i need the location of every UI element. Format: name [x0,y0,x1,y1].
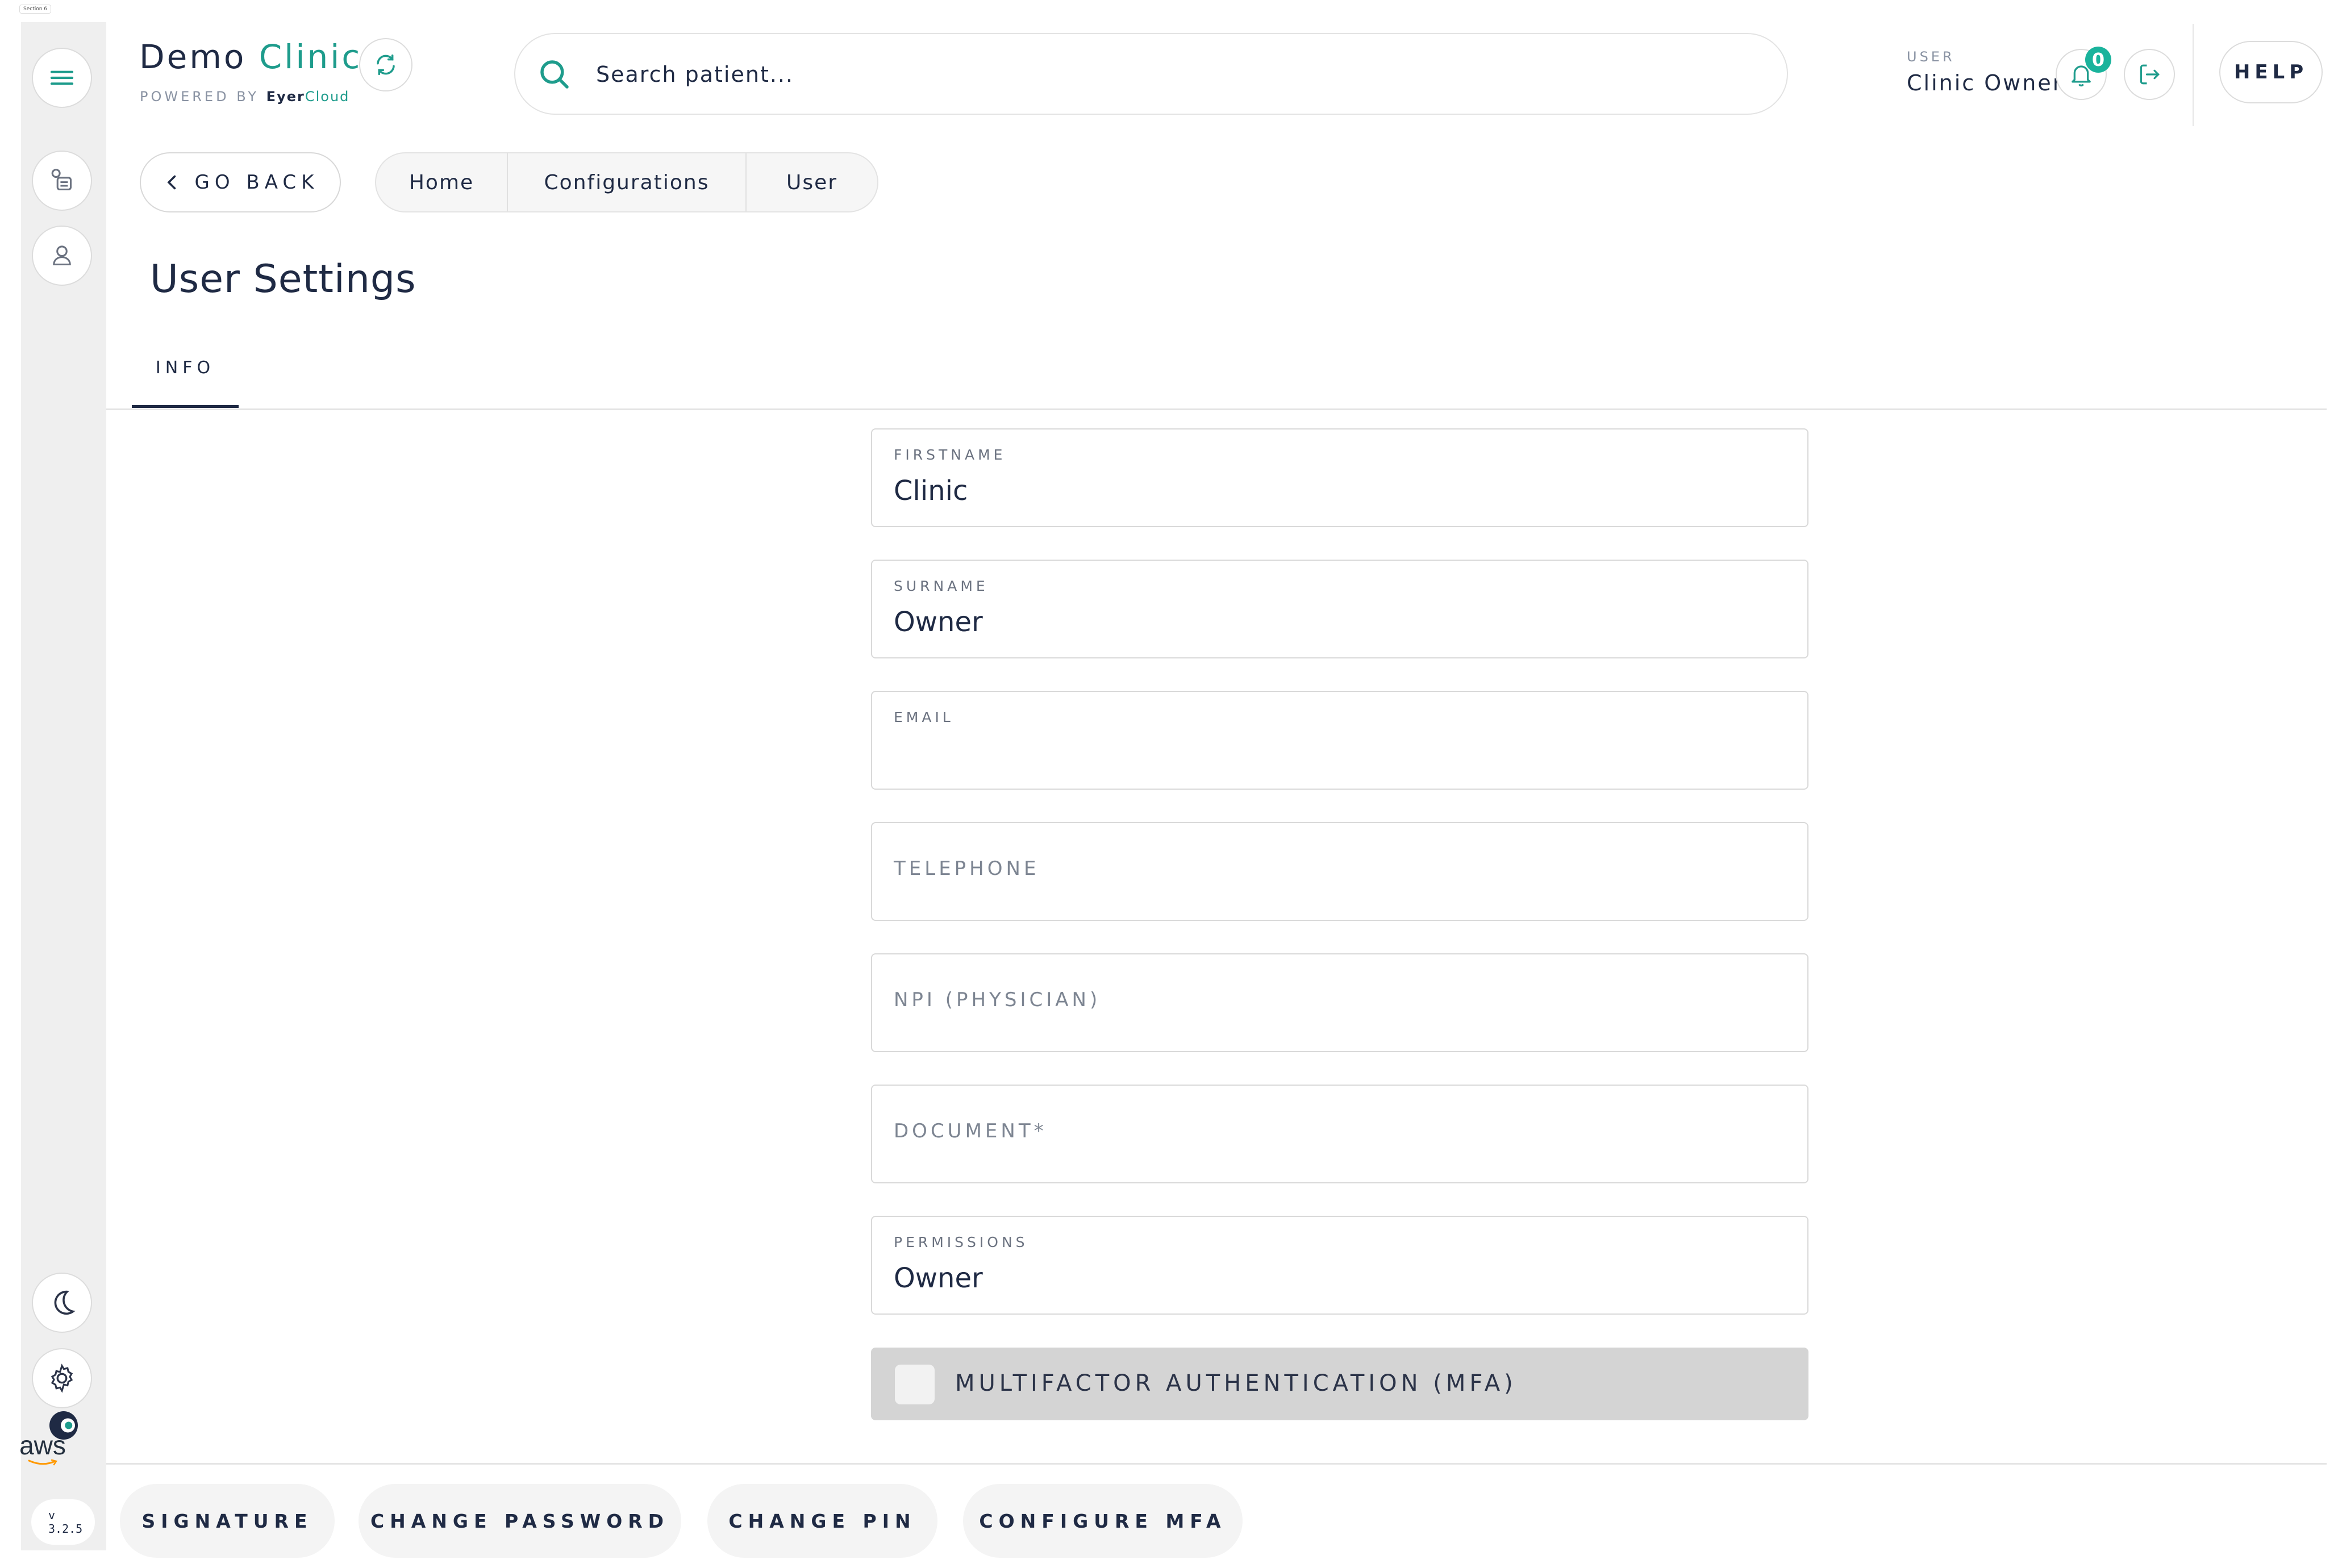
tab-divider [106,408,2327,410]
permissions-label: PERMISSIONS [894,1234,1028,1250]
change-password-button[interactable]: CHANGE PASSWORD [359,1484,681,1558]
hamburger-menu-icon [50,70,74,85]
firstname-value: Clinic [894,475,968,507]
version-number: 3.2.5 [48,1522,83,1536]
theme-toggle-button[interactable] [32,1273,92,1333]
surname-label: SURNAME [894,578,989,594]
document-label: DOCUMENT* [894,1120,1047,1142]
telephone-label: TELEPHONE [894,857,1040,880]
npi-field[interactable]: NPI (PHYSICIAN) [871,953,1808,1052]
breadcrumb-home[interactable]: Home [376,153,507,211]
gear-icon [51,1363,73,1393]
refresh-button[interactable] [359,38,412,91]
search-input[interactable] [595,51,1677,98]
breadcrumb-configurations[interactable]: Configurations [507,153,745,211]
mfa-label: MULTIFACTOR AUTHENTICATION (MFA) [955,1370,1517,1396]
permissions-field[interactable]: PERMISSIONS Owner [871,1216,1808,1315]
version-badge: v 3.2.5 [31,1499,95,1545]
breadcrumb-user[interactable]: User [745,153,877,211]
firstname-field[interactable]: FIRSTNAME Clinic [871,428,1808,527]
powered-by: POWERED BY EyerCloud [140,89,349,105]
breadcrumb: Home Configurations User [375,152,878,212]
aws-logo: aws [17,1432,68,1466]
surname-value: Owner [894,606,983,638]
logout-icon [2140,64,2160,85]
telephone-field[interactable]: TELEPHONE [871,822,1808,921]
configure-mfa-button[interactable]: CONFIGURE MFA [963,1484,1243,1558]
mfa-checkbox[interactable] [895,1365,935,1404]
page-title: User Settings [150,257,416,302]
permissions-value: Owner [894,1262,983,1294]
tab-info[interactable]: INFO [132,347,239,409]
bottom-divider [106,1463,2327,1465]
brand-eyer: Eyer [266,89,305,105]
help-button[interactable]: HELP [2219,41,2323,103]
header-divider [2193,24,2194,126]
search-bar[interactable] [514,33,1788,115]
email-field[interactable]: EMAIL [871,691,1808,790]
user-profile-icon [53,245,71,266]
notification-count-badge: 0 [2085,47,2111,73]
logout-button[interactable] [2124,49,2175,100]
go-back-button[interactable]: GO BACK [140,152,341,212]
patient-list-icon [51,169,72,191]
section-label: Section 6 [19,5,52,14]
aws-text: aws [19,1431,66,1460]
tab-active-indicator [132,405,239,408]
sidebar: aws v 3.2.5 [19,22,106,1550]
signature-button[interactable]: SIGNATURE [120,1484,335,1558]
version-prefix: v [48,1508,56,1522]
search-icon [540,60,569,89]
surname-field[interactable]: SURNAME Owner [871,560,1808,658]
clinic-name: Demo Clinic [139,37,362,76]
profile-nav-button[interactable] [32,226,92,286]
moon-icon [54,1290,76,1315]
menu-button[interactable] [32,48,92,108]
powered-by-label: POWERED BY [140,89,260,105]
clinic-name-part1: Demo [139,37,259,76]
user-label: USER [1907,49,1955,65]
email-label: EMAIL [894,709,954,725]
settings-button[interactable] [32,1348,92,1408]
firstname-label: FIRSTNAME [894,447,1006,463]
clinic-name-part2: Clinic [259,37,362,76]
user-name: Clinic Owner [1907,70,2064,95]
go-back-label: GO BACK [194,171,319,194]
mfa-option[interactable]: MULTIFACTOR AUTHENTICATION (MFA) [871,1348,1808,1420]
refresh-icon [377,54,395,76]
change-pin-button[interactable]: CHANGE PIN [707,1484,937,1558]
chevron-left-icon [166,175,176,190]
document-field[interactable]: DOCUMENT* [871,1085,1808,1183]
patients-nav-button[interactable] [32,151,92,211]
npi-label: NPI (PHYSICIAN) [894,989,1101,1011]
brand-cloud: Cloud [305,89,350,105]
